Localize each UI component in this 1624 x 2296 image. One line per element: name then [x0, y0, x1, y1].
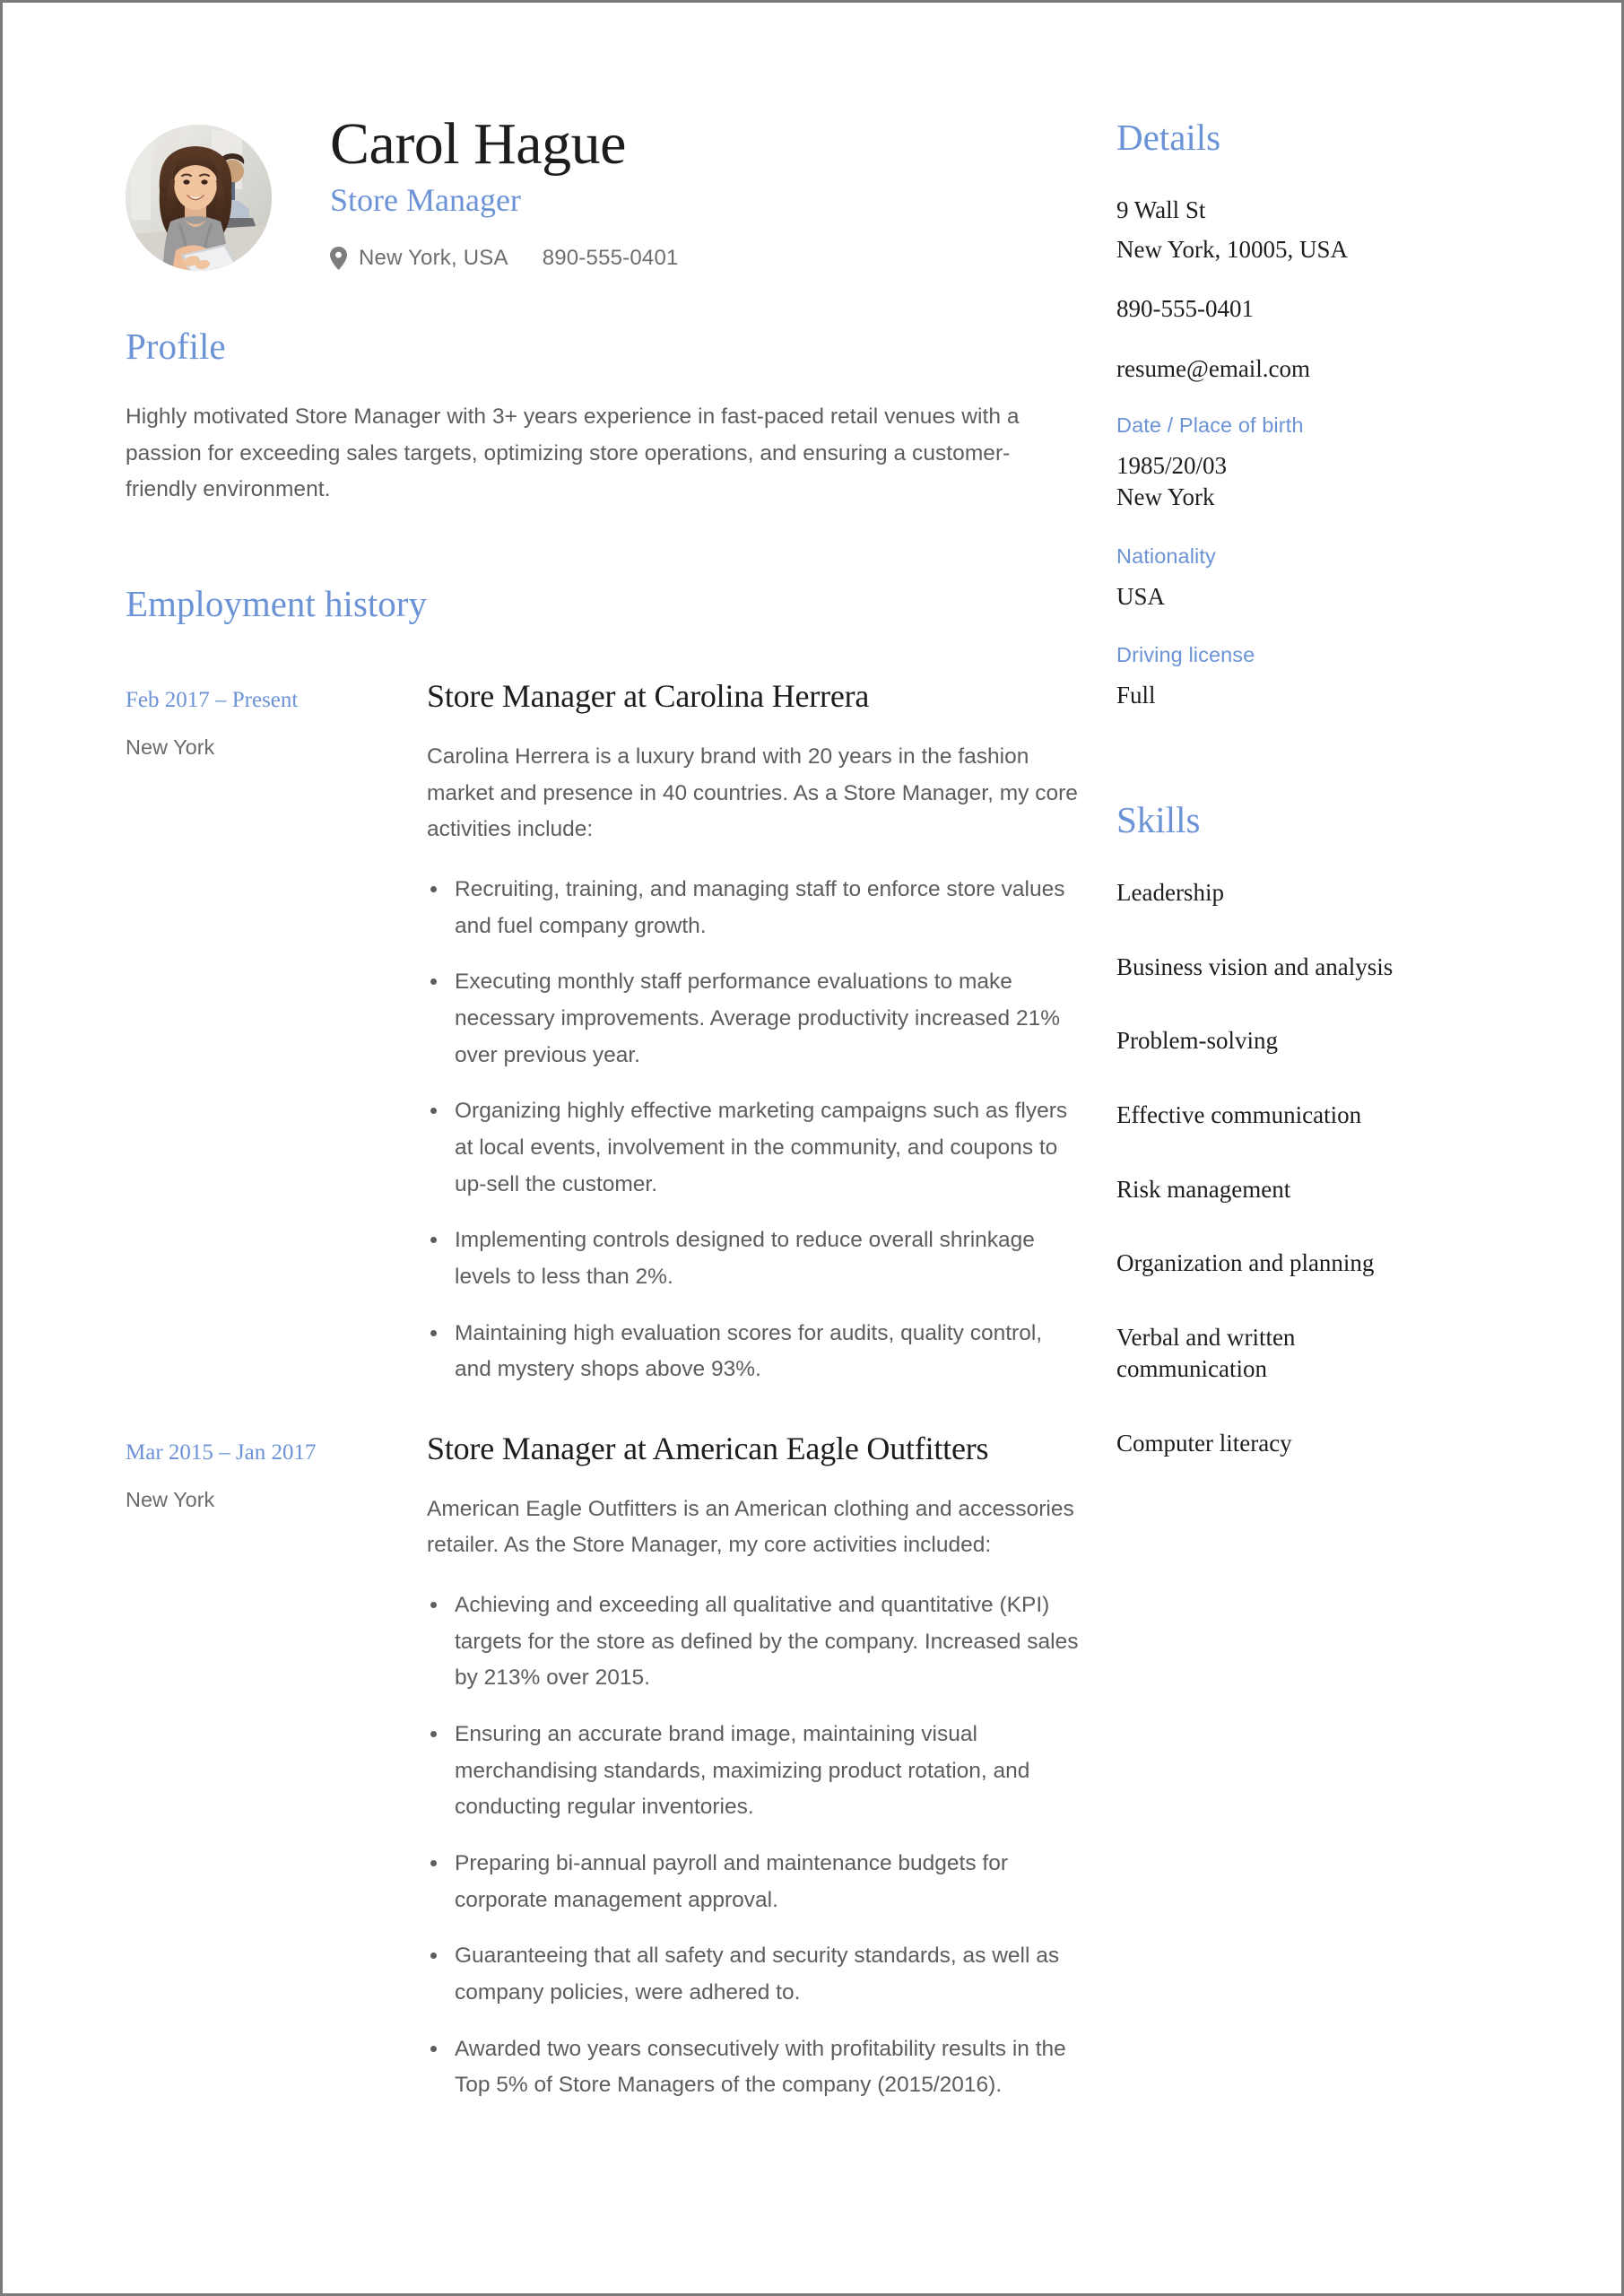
employment-description: American Eagle Outfitters is an American…: [427, 1496, 1074, 1558]
details-address-line2: New York, 10005, USA: [1116, 235, 1349, 263]
skill-item: Verbal and written communication: [1116, 1323, 1296, 1383]
employment-location: New York: [126, 1487, 215, 1511]
resume-header: Carol Hague Store Manager New York, USA …: [126, 109, 1081, 271]
profile-text: Highly motivated Store Manager with 3+ y…: [126, 404, 1020, 502]
details-nationality-label: Nationality: [1116, 544, 1216, 568]
details-email: resume@email.com: [1116, 354, 1311, 382]
employment-bullet: Organizing highly effective marketing ca…: [427, 1093, 1081, 1203]
employment-bullet: Achieving and exceeding all qualitative …: [427, 1587, 1081, 1697]
avatar: [126, 125, 272, 271]
employment-dates: Mar 2015 – Jan 2017: [126, 1439, 317, 1465]
employment-entry-meta: Mar 2015 – Jan 2017 New York: [126, 1430, 427, 1512]
employment-title: Store Manager at American Eagle Outfitte…: [427, 1430, 989, 1466]
skill-item: Effective communication: [1116, 1100, 1362, 1128]
employment-entry: Mar 2015 – Jan 2017 New York Store Manag…: [126, 1430, 1081, 2104]
resume-sheet: Carol Hague Store Manager New York, USA …: [3, 3, 1621, 2293]
page-title: Carol Hague: [330, 111, 626, 177]
sidebar-column: Details 9 Wall St New York, 10005, USA 8…: [1116, 109, 1430, 1460]
employment-title: Store Manager at Carolina Herrera: [427, 677, 870, 714]
employment-bullet: Guaranteeing that all safety and securit…: [427, 1938, 1081, 2011]
main-column: Carol Hague Store Manager New York, USA …: [126, 109, 1116, 2145]
employment-description: Carolina Herrera is a luxury brand with …: [427, 744, 1078, 842]
employment-bullet: Ensuring an accurate brand image, mainta…: [427, 1717, 1081, 1826]
employment-entry-body: Store Manager at Carolina Herrera Caroli…: [427, 677, 1081, 1388]
details-license-label: Driving license: [1116, 643, 1255, 667]
details-birth-value: 1985/20/03 New York: [1116, 451, 1228, 511]
header-text-block: Carol Hague Store Manager New York, USA …: [330, 109, 679, 271]
employment-entry-body: Store Manager at American Eagle Outfitte…: [427, 1430, 1081, 2104]
employment-bullet: Executing monthly staff performance eval…: [427, 964, 1081, 1074]
contact-location: New York, USA: [359, 245, 508, 270]
contact-phone: 890-555-0401: [542, 245, 679, 270]
employment-entry-meta: Feb 2017 – Present New York: [126, 677, 427, 760]
employment-bullet: Awarded two years consecutively with pro…: [427, 2031, 1081, 2104]
skills-section: Skills Leadership Business vision and an…: [1116, 798, 1430, 1460]
employment-entry: Feb 2017 – Present New York Store Manage…: [126, 677, 1081, 1388]
employment-heading: Employment history: [126, 582, 427, 624]
employment-bullet-list: Recruiting, training, and managing staff…: [427, 872, 1081, 1388]
employment-bullet-list: Achieving and exceeding all qualitative …: [427, 1587, 1081, 2104]
skill-item: Risk management: [1116, 1175, 1291, 1203]
skill-item: Computer literacy: [1116, 1430, 1292, 1457]
header-job-title: Store Manager: [330, 181, 521, 218]
employment-bullet: Implementing controls designed to reduce…: [427, 1222, 1081, 1295]
details-nationality-value: USA: [1116, 582, 1166, 610]
details-license-value: Full: [1116, 682, 1156, 709]
skill-item: Business vision and analysis: [1116, 952, 1394, 980]
contact-row: New York, USA 890-555-0401: [330, 246, 679, 271]
employment-location: New York: [126, 735, 215, 759]
employment-bullet: Maintaining high evaluation scores for a…: [427, 1316, 1081, 1388]
details-address-line1: 9 Wall St: [1116, 196, 1206, 223]
skill-item: Leadership: [1116, 879, 1224, 906]
profile-section: Profile Highly motivated Store Manager w…: [126, 325, 1081, 509]
location-pin-icon: [330, 246, 347, 270]
employment-bullet: Recruiting, training, and managing staff…: [427, 872, 1081, 944]
profile-heading: Profile: [126, 326, 226, 367]
avatar-photo-icon: [126, 125, 272, 271]
details-section: Details 9 Wall St New York, 10005, USA 8…: [1116, 116, 1430, 712]
resume-page: Carol Hague Store Manager New York, USA …: [0, 0, 1624, 2296]
details-heading: Details: [1116, 117, 1221, 158]
employment-section: Employment history Feb 2017 – Present Ne…: [126, 582, 1081, 2104]
skills-list: Leadership Business vision and analysis …: [1116, 877, 1430, 1460]
skills-heading: Skills: [1116, 799, 1201, 840]
employment-bullet: Preparing bi-annual payroll and maintena…: [427, 1846, 1081, 1918]
employment-dates: Feb 2017 – Present: [126, 687, 299, 712]
details-phone: 890-555-0401: [1116, 295, 1254, 323]
details-birth-label: Date / Place of birth: [1116, 413, 1304, 437]
skill-item: Organization and planning: [1116, 1249, 1375, 1277]
skill-item: Problem-solving: [1116, 1027, 1278, 1055]
